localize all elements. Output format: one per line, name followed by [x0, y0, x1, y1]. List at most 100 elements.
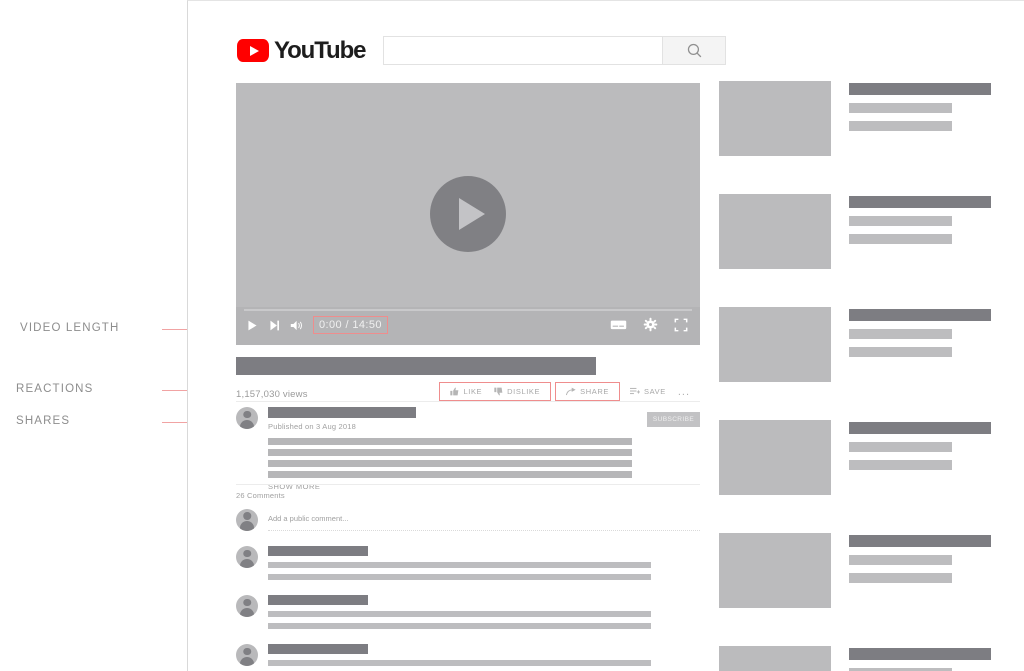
save-label: SAVE: [643, 387, 666, 396]
progress-bar[interactable]: [244, 309, 692, 311]
recommended-video-item[interactable]: [719, 533, 991, 608]
recommended-thumbnail: [719, 81, 831, 156]
video-action-bar: LIKE DISLIKE SHARE SAVE ...: [439, 382, 700, 401]
channel-section: Published on 3 Aug 2018 SUBSCRIBE SHOW M…: [236, 407, 700, 491]
recommended-title-placeholder: [849, 196, 991, 208]
share-arrow-icon: [566, 387, 576, 396]
video-time-display: 0:00 / 14:50: [313, 316, 388, 334]
dislike-button[interactable]: DISLIKE: [488, 386, 546, 397]
video-player[interactable]: 0:00 / 14:50: [236, 83, 700, 345]
share-label: SHARE: [580, 387, 609, 396]
comment-input[interactable]: Add a public comment...: [268, 508, 700, 531]
comment-text-line: [268, 660, 651, 666]
thumbs-up-icon: [450, 387, 459, 396]
thumbs-down-icon: [494, 387, 503, 396]
recommended-sub-placeholder: [849, 442, 952, 452]
commenter-avatar-icon[interactable]: [236, 595, 258, 617]
site-header: YouTube: [237, 36, 727, 65]
search-bar: [383, 36, 727, 65]
like-button[interactable]: LIKE: [444, 386, 488, 397]
recommended-thumbnail: [719, 307, 831, 382]
channel-avatar-icon[interactable]: [236, 407, 258, 429]
recommended-sub-placeholder: [849, 573, 952, 583]
recommended-video-item[interactable]: [719, 646, 991, 671]
recommended-title-placeholder: [849, 535, 991, 547]
recommended-title-placeholder: [849, 422, 991, 434]
recommended-thumbnail: [719, 420, 831, 495]
description-line: [268, 438, 632, 445]
comment-item: [236, 595, 700, 629]
search-icon: [687, 43, 702, 58]
comment-text-line: [268, 574, 651, 580]
meta-divider: [236, 401, 700, 402]
recommended-video-item[interactable]: [719, 420, 991, 495]
volume-icon[interactable]: [290, 319, 304, 332]
commenter-name-placeholder: [268, 546, 368, 556]
settings-gear-icon[interactable]: [643, 317, 658, 332]
recommended-sub-placeholder: [849, 216, 952, 226]
commenter-name-placeholder: [268, 595, 368, 605]
annotation-label-shares: SHARES: [16, 415, 71, 427]
subscribe-button[interactable]: SUBSCRIBE: [647, 412, 700, 427]
comment-text-line: [268, 611, 651, 617]
reactions-group: LIKE DISLIKE: [439, 382, 552, 401]
commenter-avatar-icon[interactable]: [236, 546, 258, 568]
annotation-label-reactions: REACTIONS: [16, 383, 94, 395]
recommended-sub-placeholder: [849, 103, 952, 113]
search-input[interactable]: [383, 36, 664, 65]
dislike-label: DISLIKE: [507, 387, 541, 396]
description-line: [268, 460, 632, 467]
next-icon[interactable]: [268, 319, 281, 332]
fullscreen-icon[interactable]: [674, 318, 688, 332]
video-description-placeholder: [268, 438, 700, 478]
player-control-bar: 0:00 / 14:50: [236, 307, 700, 345]
publish-date: Published on 3 Aug 2018: [268, 422, 357, 431]
view-count: 1,157,030 views: [236, 389, 308, 400]
recommended-videos-sidebar: [719, 81, 991, 671]
video-title-placeholder: [236, 357, 596, 375]
comments-count: 26 Comments: [236, 491, 285, 500]
recommended-sub-placeholder: [849, 234, 952, 244]
recommended-video-item[interactable]: [719, 307, 991, 382]
subtitles-icon[interactable]: [610, 318, 627, 331]
play-circle-icon[interactable]: [430, 176, 506, 252]
wireframe-canvas: VIDEO LENGTH REACTIONS SHARES YouTube 0:…: [0, 0, 1024, 671]
player-controls-left: 0:00 / 14:50: [246, 316, 388, 334]
recommended-sub-placeholder: [849, 555, 952, 565]
commenter-avatar-icon[interactable]: [236, 644, 258, 666]
comments-section: 26 Comments Add a public comment...: [236, 491, 700, 671]
description-divider: [236, 484, 700, 485]
recommended-thumbnail: [719, 194, 831, 269]
search-button[interactable]: [663, 36, 727, 65]
browser-page: YouTube 0:00 / 14:50 1,157,030 views LIK…: [187, 0, 1024, 671]
player-controls-right: [610, 317, 688, 332]
play-icon[interactable]: [246, 319, 259, 332]
subscribe-label: SUBSCRIBE: [652, 416, 695, 423]
description-line: [268, 449, 632, 456]
comment-text-line: [268, 623, 651, 629]
more-actions-button[interactable]: ...: [672, 386, 696, 398]
description-line: [268, 471, 632, 478]
recommended-sub-placeholder: [849, 460, 952, 470]
recommended-sub-placeholder: [849, 121, 952, 131]
add-comment-row[interactable]: Add a public comment...: [236, 508, 700, 531]
save-playlist-icon: [629, 387, 640, 395]
youtube-logo[interactable]: YouTube: [237, 36, 367, 65]
recommended-title-placeholder: [849, 309, 991, 321]
recommended-video-item[interactable]: [719, 81, 991, 156]
recommended-thumbnail: [719, 646, 831, 671]
video-meta-row: 1,157,030 views LIKE DISLIKE SHARE SAVE …: [236, 382, 700, 401]
youtube-play-icon: [237, 39, 269, 62]
current-user-avatar-icon: [236, 508, 258, 531]
share-button[interactable]: SHARE: [560, 386, 615, 397]
youtube-logo-text: YouTube: [274, 36, 367, 64]
comment-placeholder: Add a public comment...: [268, 514, 349, 523]
recommended-title-placeholder: [849, 648, 991, 660]
recommended-thumbnail: [719, 533, 831, 608]
save-button[interactable]: SAVE: [624, 386, 672, 397]
comment-item: [236, 546, 700, 580]
save-group: SAVE ...: [620, 383, 700, 401]
recommended-video-item[interactable]: [719, 194, 991, 269]
channel-name-placeholder: [268, 407, 416, 418]
commenter-name-placeholder: [268, 644, 368, 654]
